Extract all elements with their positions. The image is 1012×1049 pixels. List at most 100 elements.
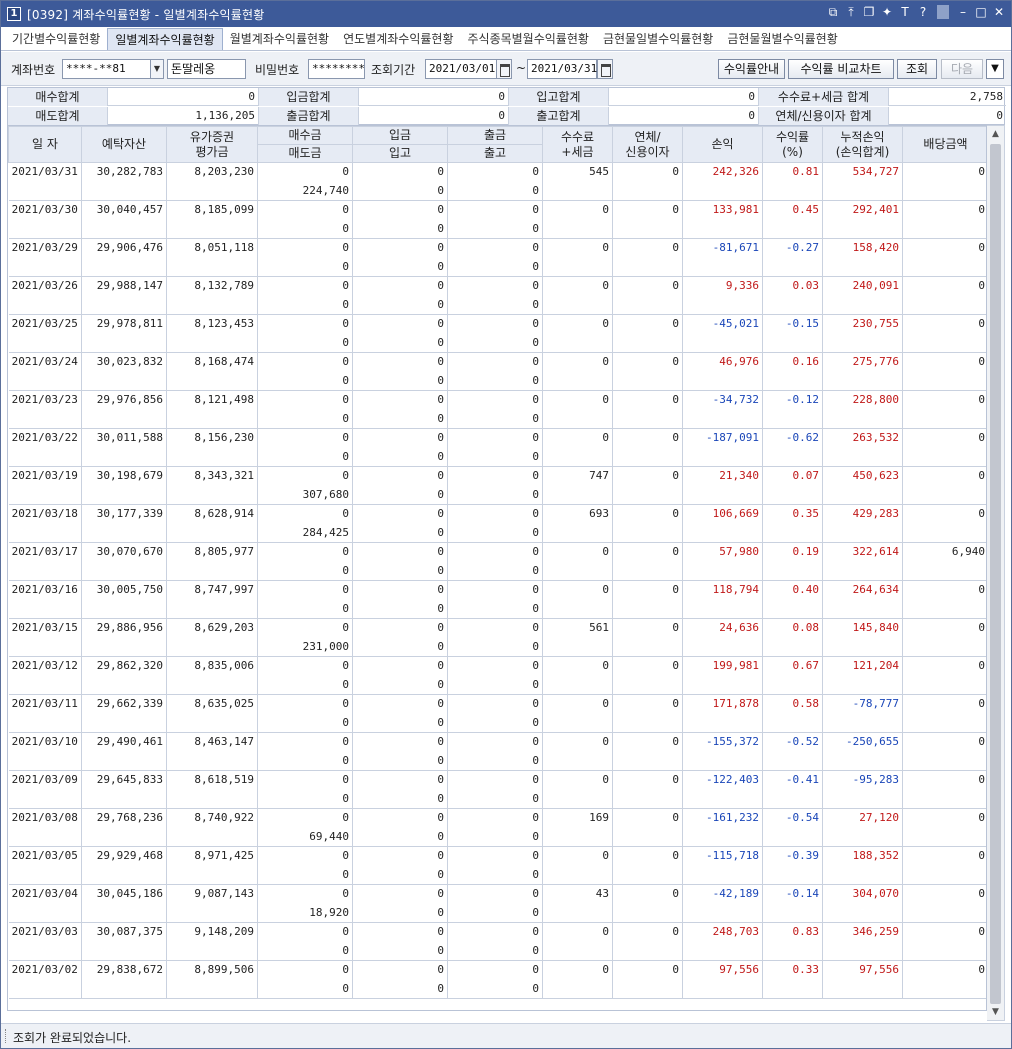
header-overdue[interactable]: 연체/신용이자: [612, 126, 683, 163]
table-row[interactable]: 2021/03/22 30,011,588 8,156,230 0 0 0 0 0 -187,0…: [8, 428, 986, 448]
scroll-down-icon[interactable]: ▼: [987, 1004, 1004, 1020]
help-icon[interactable]: ?: [917, 5, 929, 20]
table-row[interactable]: 2021/03/31 30,282,783 8,203,230 0 0 0 545 0 242,…: [8, 162, 986, 182]
table-row[interactable]: 2021/03/29 29,906,476 8,051,118 0 0 0 0 0 -81,67…: [8, 238, 986, 258]
table-row[interactable]: 2021/03/24 30,023,832 8,168,474 0 0 0 0 0 46,976…: [8, 352, 986, 372]
header-dividend[interactable]: 배당금액: [902, 126, 986, 163]
header-pnl[interactable]: 손익: [682, 126, 763, 163]
header-date[interactable]: 일 자: [8, 126, 82, 163]
header-stock-out[interactable]: 출고: [447, 144, 543, 163]
table-row[interactable]: 2021/03/09 29,645,833 8,618,519 0 0 0 0 0 -122,4…: [8, 770, 986, 790]
table-row-second-line[interactable]: 000: [8, 371, 986, 391]
table-row-second-line[interactable]: 000: [8, 295, 986, 315]
password-field[interactable]: ********: [308, 59, 365, 79]
table-row-second-line[interactable]: 000: [8, 599, 986, 619]
table-row-second-line[interactable]: 000: [8, 751, 986, 771]
table-row-second-line[interactable]: 000: [8, 941, 986, 961]
table-row-second-line[interactable]: 000: [8, 257, 986, 277]
header-securities[interactable]: 유가증권 평가금: [166, 126, 258, 163]
tab-yearly-account-return[interactable]: 연도별계좌수익률현황: [336, 28, 460, 50]
font-icon[interactable]: T: [899, 5, 911, 20]
table-row[interactable]: 2021/03/04 30,045,186 9,087,143 0 0 0 43 0 -42,1…: [8, 884, 986, 904]
table-row[interactable]: 2021/03/23 29,976,856 8,121,498 0 0 0 0 0 -34,73…: [8, 390, 986, 410]
table-row[interactable]: 2021/03/30 30,040,457 8,185,099 0 0 0 0 0 133,98…: [8, 200, 986, 220]
table-row[interactable]: 2021/03/08 29,768,236 8,740,922 0 0 0 169 0 -161…: [8, 808, 986, 828]
table-row-second-line[interactable]: 000: [8, 447, 986, 467]
table-row[interactable]: 2021/03/10 29,490,461 8,463,147 0 0 0 0 0 -155,3…: [8, 732, 986, 752]
table-row-second-line[interactable]: 000: [8, 713, 986, 733]
start-date-field[interactable]: 2021/03/01: [425, 59, 497, 79]
table-row[interactable]: 2021/03/25 29,978,811 8,123,453 0 0 0 0 0 -45,02…: [8, 314, 986, 334]
table-row[interactable]: 2021/03/05 29,929,468 8,971,425 0 0 0 0 0 -115,7…: [8, 846, 986, 866]
table-row-second-line[interactable]: 000: [8, 333, 986, 353]
scroll-thumb[interactable]: [990, 144, 1001, 1004]
table-row-second-line[interactable]: 69,440 0 0: [8, 827, 986, 847]
vertical-scrollbar[interactable]: ▲ ▼: [987, 125, 1005, 1021]
table-row[interactable]: 2021/03/19 30,198,679 8,343,321 0 0 0 747 0 21,3…: [8, 466, 986, 486]
tab-gold-monthly-return[interactable]: 금현물월별수익률현황: [720, 28, 844, 50]
table-row-second-line[interactable]: 000: [8, 561, 986, 581]
table-row-second-line[interactable]: 307,680 0 0: [8, 485, 986, 505]
options-dropdown-button[interactable]: ▼: [986, 59, 1004, 79]
table-row-second-line[interactable]: 224,740 0 0: [8, 181, 986, 201]
table-row[interactable]: 2021/03/11 29,662,339 8,635,025 0 0 0 0 0 171,87…: [8, 694, 986, 714]
end-date-field[interactable]: 2021/03/31: [527, 59, 597, 79]
header-sell[interactable]: 매도금: [257, 144, 353, 163]
table-row-second-line[interactable]: 284,425 0 0: [8, 523, 986, 543]
tab-gold-daily-return[interactable]: 금현물일별수익률현황: [596, 28, 720, 50]
table-row-second-line[interactable]: 18,920 0 0: [8, 903, 986, 923]
daily-return-table[interactable]: 일 자 예탁자산 유가증권 평가금 매수금 입금 출금 수수료 +세금 연체/신용이…: [7, 125, 987, 1011]
start-calendar-icon[interactable]: [496, 59, 512, 79]
close-icon[interactable]: ✕: [993, 5, 1005, 20]
table-row[interactable]: 2021/03/17 30,070,670 8,805,977 0 0 0 0 0 57,980…: [8, 542, 986, 562]
account-number-field[interactable]: ****-**81: [62, 59, 152, 79]
table-row[interactable]: 2021/03/03 30,087,375 9,148,209 0 0 0 0 0 248,70…: [8, 922, 986, 942]
header-buy[interactable]: 매수금: [257, 126, 353, 145]
header-fee[interactable]: 수수료 +세금: [542, 126, 613, 163]
search-button[interactable]: 조회: [897, 59, 937, 79]
table-row[interactable]: 2021/03/26 29,988,147 8,132,789 0 0 0 0 0 9,336 0…: [8, 276, 986, 296]
minimize-icon[interactable]: –: [957, 5, 969, 20]
end-calendar-icon[interactable]: [597, 59, 613, 79]
tile-icon[interactable]: ❐: [863, 5, 875, 20]
header-deposit[interactable]: 입금: [352, 126, 448, 145]
table-row[interactable]: 2021/03/18 30,177,339 8,628,914 0 0 0 693 0 106,…: [8, 504, 986, 524]
header-withdraw[interactable]: 출금: [447, 126, 543, 145]
scroll-up-icon[interactable]: ▲: [987, 126, 1004, 142]
cell-stock-in: 0: [352, 865, 448, 885]
pin-up-icon[interactable]: ⤒: [845, 5, 857, 20]
cell-empty: [81, 827, 167, 847]
title-bar[interactable]: 1 [0392] 계좌수익률현황 - 일별계좌수익률현황 ⧉ ⤒ ❐ ✦ T ?…: [1, 1, 1011, 27]
pin-icon[interactable]: ✦: [881, 5, 893, 20]
restore-window-icon[interactable]: ⧉: [827, 5, 839, 20]
table-row[interactable]: 2021/03/12 29,862,320 8,835,006 0 0 0 0 0 199,98…: [8, 656, 986, 676]
fee-tax-total-label: 수수료+세금 합계: [759, 88, 889, 106]
header-stock-in[interactable]: 입고: [352, 144, 448, 163]
table-row-second-line[interactable]: 000: [8, 409, 986, 429]
maximize-icon[interactable]: □: [975, 5, 987, 20]
tab-monthly-account-return[interactable]: 월별계좌수익률현황: [223, 28, 336, 50]
table-row-second-line[interactable]: 000: [8, 979, 986, 999]
header-deposit-assets[interactable]: 예탁자산: [81, 126, 167, 163]
cell-empty: [8, 295, 82, 315]
return-compare-chart-button[interactable]: 수익률 비교차트: [788, 59, 894, 79]
header-cumulative[interactable]: 누적손익 (손익합계): [822, 126, 903, 163]
header-rate[interactable]: 수익률 (%): [762, 126, 823, 163]
cell-empty: [8, 789, 82, 809]
table-row[interactable]: 2021/03/16 30,005,750 8,747,997 0 0 0 0 0 118,79…: [8, 580, 986, 600]
next-button[interactable]: 다음: [941, 59, 983, 79]
table-row-second-line[interactable]: 000: [8, 865, 986, 885]
cell-withdraw: 0: [447, 694, 543, 714]
cell-empty: [542, 903, 613, 923]
return-guide-button[interactable]: 수익률안내: [718, 59, 785, 79]
table-row-second-line[interactable]: 000: [8, 675, 986, 695]
tab-daily-account-return[interactable]: 일별계좌수익률현황: [107, 28, 223, 50]
table-row[interactable]: 2021/03/02 29,838,672 8,899,506 0 0 0 0 0 97,556…: [8, 960, 986, 980]
tab-stock-monthly-return[interactable]: 주식종목별월수익률현황: [460, 28, 595, 50]
table-row-second-line[interactable]: 231,000 0 0: [8, 637, 986, 657]
account-dropdown-button[interactable]: ▼: [150, 59, 164, 79]
table-row-second-line[interactable]: 000: [8, 219, 986, 239]
table-row[interactable]: 2021/03/15 29,886,956 8,629,203 0 0 0 561 0 24,6…: [8, 618, 986, 638]
table-row-second-line[interactable]: 000: [8, 789, 986, 809]
tab-period-return[interactable]: 기간별수익률현황: [5, 28, 107, 50]
